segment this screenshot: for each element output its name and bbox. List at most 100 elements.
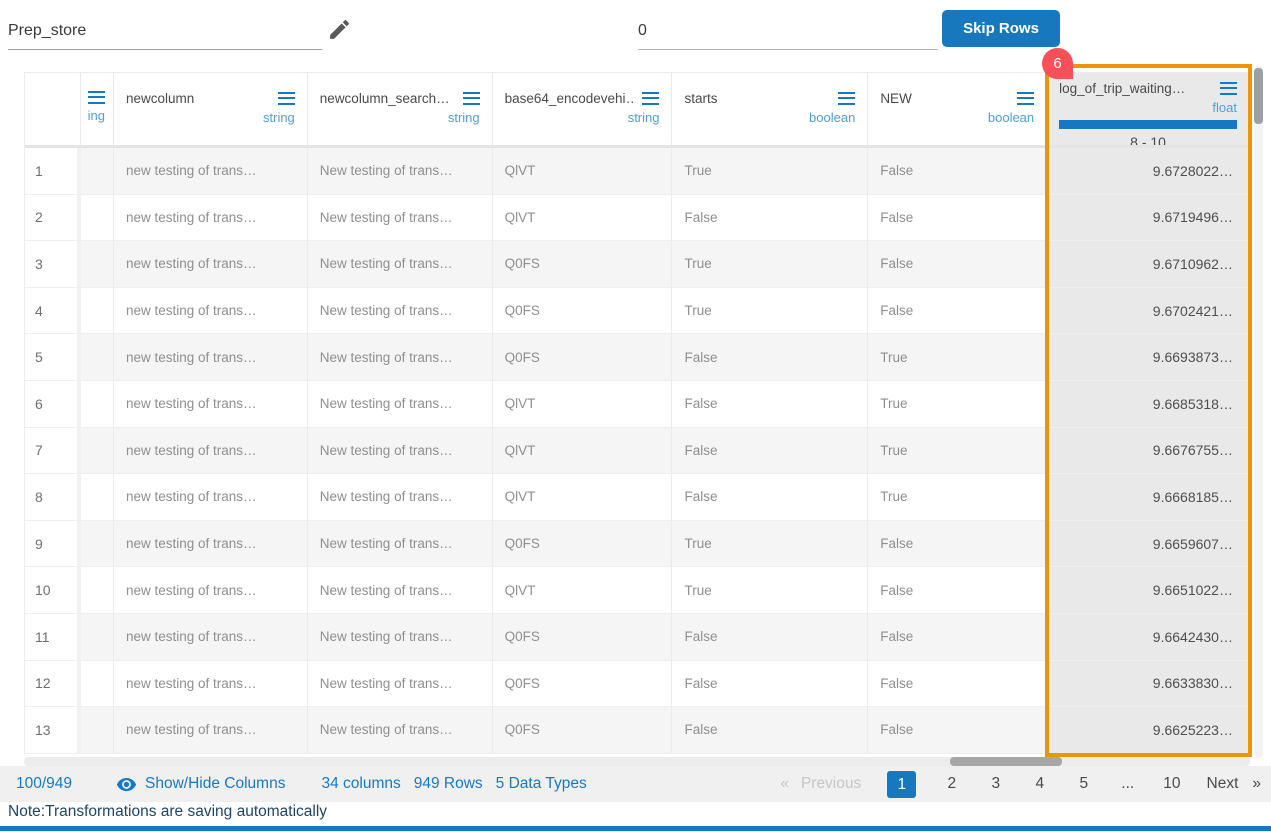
base64-cell: Q0FS <box>493 241 673 288</box>
column-count-badge: 6 <box>1042 48 1073 79</box>
row-number-cell: 10 <box>25 567 81 614</box>
row-number-cell: 4 <box>25 288 81 335</box>
newcolumn-cell: new testing of trans… <box>114 241 308 288</box>
newcolumn-search-cell: New testing of trans… <box>308 521 493 568</box>
column-type-label: string <box>320 110 480 125</box>
newcolumn-search-cell: New testing of trans… <box>308 334 493 381</box>
next-label: Next <box>1207 775 1239 793</box>
skip-rows-input[interactable]: 0 <box>638 16 938 50</box>
newcolumn-search-cell: New testing of trans… <box>308 474 493 521</box>
starts-cell: True <box>672 288 868 335</box>
vertical-scrollbar-thumb[interactable] <box>1254 68 1263 124</box>
starts-cell: False <box>672 661 868 708</box>
column-menu-icon[interactable] <box>88 91 105 104</box>
pagination-page-5[interactable]: 5 <box>1075 775 1092 793</box>
pagination-page-2[interactable]: 2 <box>943 775 960 793</box>
starts-cell: True <box>672 567 868 614</box>
starts-cell: False <box>672 334 868 381</box>
log-value-cell: 9.6728022… <box>1047 148 1250 195</box>
vertical-scrollbar[interactable] <box>1254 66 1263 758</box>
row-number-cell: 5 <box>25 334 81 381</box>
log-value-cell: 9.6676755… <box>1047 428 1250 475</box>
newcolumn-cell: new testing of trans… <box>114 661 308 708</box>
newcolumn-search-cell: New testing of trans… <box>308 195 493 242</box>
column-header-newcolumn[interactable]: newcolumn string <box>114 73 308 145</box>
newcolumn-cell: new testing of trans… <box>114 474 308 521</box>
column-header-starts[interactable]: starts boolean <box>672 73 868 145</box>
partial-column-cell <box>81 474 114 521</box>
newcolumn-cell: new testing of trans… <box>114 521 308 568</box>
column-range-bar <box>1059 120 1237 129</box>
column-header-log-of-trip-waiting[interactable]: log_of_trip_waiting… float 8 - 10 <box>1047 73 1250 145</box>
column-name: starts <box>684 91 717 106</box>
row-number-cell: 3 <box>25 241 81 288</box>
newcolumn-cell: new testing of trans… <box>114 195 308 242</box>
partial-column-cell <box>81 614 114 661</box>
column-name: NEW <box>880 91 912 106</box>
newcolumn-search-cell: New testing of trans… <box>308 707 493 754</box>
dataset-name-input[interactable]: Prep_store <box>8 16 322 50</box>
show-hide-columns-button[interactable]: Show/Hide Columns <box>116 774 285 795</box>
skip-rows-button[interactable]: Skip Rows <box>942 10 1060 47</box>
newcolumn-search-cell: New testing of trans… <box>308 428 493 475</box>
pagination-previous[interactable]: « Previous <box>780 775 861 793</box>
rows-count: 949 Rows <box>414 775 483 793</box>
new-cell: True <box>868 334 1047 381</box>
newcolumn-search-cell: New testing of trans… <box>308 241 493 288</box>
table-row: 2 new testing of trans… New testing of t… <box>25 195 1250 242</box>
table-row: 9 new testing of trans… New testing of t… <box>25 521 1250 568</box>
column-name: base64_encodevehi… <box>505 91 637 106</box>
column-header-newcolumn-search[interactable]: newcolumn_search… string <box>308 73 493 145</box>
column-header-base64-encode[interactable]: base64_encodevehi… string <box>493 73 673 145</box>
column-header-partial[interactable]: ing <box>81 73 114 145</box>
column-menu-icon[interactable] <box>1017 92 1034 105</box>
newcolumn-cell: new testing of trans… <box>114 288 308 335</box>
column-menu-icon[interactable] <box>642 92 659 105</box>
base64-cell: Q0FS <box>493 521 673 568</box>
horizontal-scrollbar[interactable] <box>24 757 1250 766</box>
partial-column-cell <box>81 288 114 335</box>
pagination-page-3[interactable]: 3 <box>987 775 1004 793</box>
new-cell: False <box>868 661 1047 708</box>
column-header-new[interactable]: NEW boolean <box>868 73 1047 145</box>
starts-cell: False <box>672 428 868 475</box>
newcolumn-cell: new testing of trans… <box>114 428 308 475</box>
pagination-page-1[interactable]: 1 <box>887 771 916 798</box>
row-number-cell: 12 <box>25 661 81 708</box>
row-number-cell: 9 <box>25 521 81 568</box>
newcolumn-search-cell: New testing of trans… <box>308 661 493 708</box>
new-cell: False <box>868 521 1047 568</box>
newcolumn-search-cell: New testing of trans… <box>308 288 493 335</box>
base64-cell: QlVT <box>493 567 673 614</box>
data-types-count: 5 Data Types <box>496 775 587 793</box>
pagination-pages: 1 2 3 4 5... 10 <box>887 771 1180 798</box>
log-value-cell: 9.6625223… <box>1047 707 1250 754</box>
new-cell: True <box>868 381 1047 428</box>
newcolumn-search-cell: New testing of trans… <box>308 381 493 428</box>
new-cell: True <box>868 428 1047 475</box>
row-number-cell: 8 <box>25 474 81 521</box>
newcolumn-cell: new testing of trans… <box>114 334 308 381</box>
pagination-page-10[interactable]: 10 <box>1163 775 1180 793</box>
row-number-cell: 13 <box>25 707 81 754</box>
edit-pencil-icon[interactable] <box>327 17 352 42</box>
partial-column-cell <box>81 521 114 568</box>
column-menu-icon[interactable] <box>278 92 295 105</box>
data-table: ing newcolumn string newcolumn_search… s… <box>24 72 1250 754</box>
pagination-page-4[interactable]: 4 <box>1031 775 1048 793</box>
log-value-cell: 9.6659607… <box>1047 521 1250 568</box>
partial-column-cell <box>81 195 114 242</box>
pagination-next[interactable]: Next » <box>1207 775 1262 793</box>
column-type-label: string <box>126 110 295 125</box>
column-menu-icon[interactable] <box>463 92 480 105</box>
new-cell: False <box>868 148 1047 195</box>
row-counter: 100/949 <box>16 775 72 793</box>
column-menu-icon[interactable] <box>1220 82 1237 95</box>
horizontal-scrollbar-thumb[interactable] <box>950 757 1062 766</box>
partial-column-cell <box>81 148 114 195</box>
starts-cell: False <box>672 474 868 521</box>
pagination-ellipsis: ... <box>1119 775 1136 793</box>
partial-column-cell <box>81 707 114 754</box>
column-menu-icon[interactable] <box>838 92 855 105</box>
footer: 100/949 Show/Hide Columns 34 columns 949… <box>0 766 1271 802</box>
